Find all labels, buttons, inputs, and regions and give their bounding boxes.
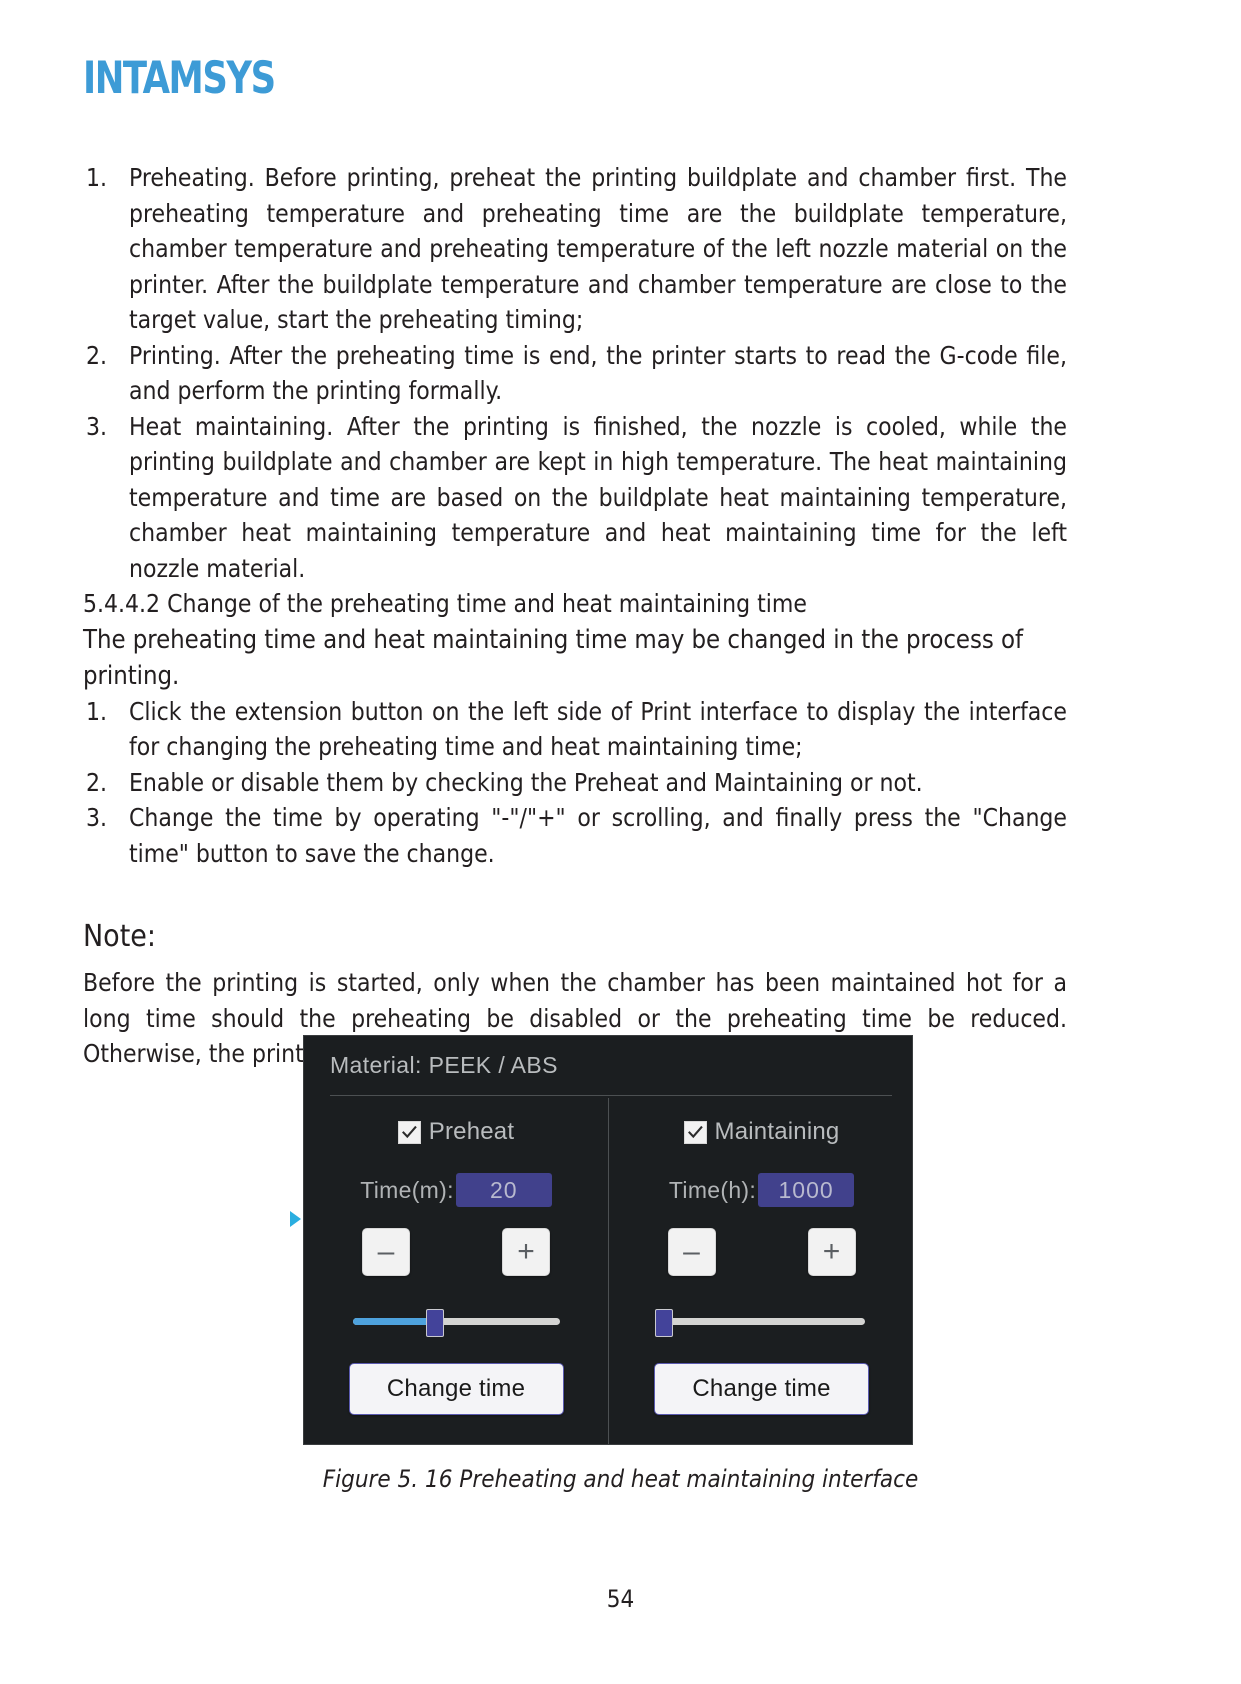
- material-label: Material: PEEK / ABS: [330, 1052, 892, 1096]
- list-item-text: Enable or disable them by checking the P…: [129, 767, 923, 797]
- list-marker: 3.: [86, 411, 108, 441]
- list-marker: 1.: [86, 696, 108, 726]
- figure-caption: Figure 5. 16 Preheating and heat maintai…: [322, 1465, 919, 1493]
- list-marker: 1.: [86, 163, 108, 192]
- list-item: 1. Click the extension button on the lef…: [83, 694, 1067, 765]
- maintaining-decrement-button[interactable]: –: [667, 1228, 716, 1276]
- brand-logo-text: INTAMSYS: [83, 52, 276, 104]
- list-item: 1. Preheating. Before printing, preheat …: [83, 160, 1067, 338]
- checkmark-icon[interactable]: [397, 1120, 421, 1144]
- list-marker: 2.: [86, 340, 108, 370]
- document-page: INTAMSYS 1. Preheating. Before printing,…: [0, 0, 1241, 1684]
- preheat-slider-fill: [352, 1318, 436, 1325]
- preheat-slider[interactable]: [352, 1309, 560, 1337]
- printing-stages-list: 1. Preheating. Before printing, preheat …: [83, 160, 1067, 586]
- maintaining-column: Maintaining Time(h): 1000 – + Change tim…: [609, 1098, 914, 1444]
- preheat-time-row: Time(m): 20: [304, 1173, 608, 1207]
- page-content: 1. Preheating. Before printing, preheat …: [83, 160, 1067, 1072]
- preheat-change-time-button[interactable]: Change time: [348, 1363, 564, 1415]
- list-item-text: Heat maintaining. After the printing is …: [129, 411, 1067, 583]
- list-item: 2. Enable or disable them by checking th…: [83, 765, 1067, 801]
- preheat-increment-button[interactable]: +: [502, 1228, 550, 1276]
- maintaining-checkbox-row[interactable]: Maintaining: [609, 1118, 914, 1146]
- maintaining-change-row: Change time: [609, 1363, 914, 1415]
- brand-logo: INTAMSYS: [83, 52, 283, 104]
- list-item: 2. Printing. After the preheating time i…: [83, 338, 1067, 409]
- maintaining-slider-row: [609, 1309, 914, 1337]
- change-time-steps-list: 1. Click the extension button on the lef…: [83, 694, 1067, 872]
- list-item-text: Preheating. Before printing, preheat the…: [129, 163, 1067, 334]
- preheat-time-value[interactable]: 20: [455, 1173, 552, 1207]
- maintaining-checkbox-label: Maintaining: [714, 1118, 840, 1145]
- maintaining-slider-track[interactable]: [658, 1318, 865, 1325]
- maintaining-slider[interactable]: [655, 1309, 865, 1337]
- panel-expand-arrow-icon[interactable]: [290, 1211, 301, 1227]
- preheat-slider-handle[interactable]: [426, 1309, 445, 1337]
- maintaining-change-time-button[interactable]: Change time: [654, 1363, 869, 1415]
- maintaining-time-row: Time(h): 1000: [609, 1173, 914, 1207]
- note-heading: Note:: [83, 919, 156, 954]
- page-number: 54: [606, 1585, 635, 1613]
- preheat-decrement-button[interactable]: –: [362, 1228, 410, 1276]
- panel-columns: Preheat Time(m): 20 – + Change time Main…: [304, 1098, 914, 1444]
- list-item-text: Printing. After the preheating time is e…: [129, 340, 1067, 406]
- list-item: 3. Change the time by operating "-"/"+" …: [83, 800, 1067, 871]
- preheat-slider-row: [304, 1309, 608, 1337]
- list-item: 3. Heat maintaining. After the printing …: [83, 409, 1067, 587]
- preheat-stepper-row: – +: [304, 1228, 608, 1276]
- checkmark-icon[interactable]: [683, 1120, 707, 1144]
- subsection-heading: 5.4.4.2 Change of the preheating time an…: [83, 589, 807, 618]
- emphasis-line: The preheating time and heat maintaining…: [83, 624, 1023, 691]
- preheat-checkbox-row[interactable]: Preheat: [304, 1118, 608, 1146]
- list-item-text: Change the time by operating "-"/"+" or …: [129, 803, 1067, 868]
- list-item-text: Click the extension button on the left s…: [129, 696, 1067, 762]
- preheat-change-row: Change time: [304, 1363, 608, 1415]
- preheat-checkbox-label: Preheat: [428, 1118, 515, 1145]
- maintaining-stepper-row: – +: [609, 1228, 914, 1276]
- preheat-column: Preheat Time(m): 20 – + Change time: [304, 1098, 609, 1444]
- list-marker: 2.: [86, 767, 108, 797]
- preheat-maintain-panel: Material: PEEK / ABS Preheat Time(m): 20: [290, 1035, 914, 1445]
- maintaining-slider-handle[interactable]: [655, 1309, 674, 1337]
- preheat-time-label: Time(m):: [360, 1176, 454, 1203]
- maintaining-time-value[interactable]: 1000: [758, 1173, 855, 1207]
- maintaining-time-label: Time(h):: [668, 1176, 757, 1203]
- maintaining-increment-button[interactable]: +: [807, 1228, 856, 1276]
- list-marker: 3.: [86, 803, 108, 832]
